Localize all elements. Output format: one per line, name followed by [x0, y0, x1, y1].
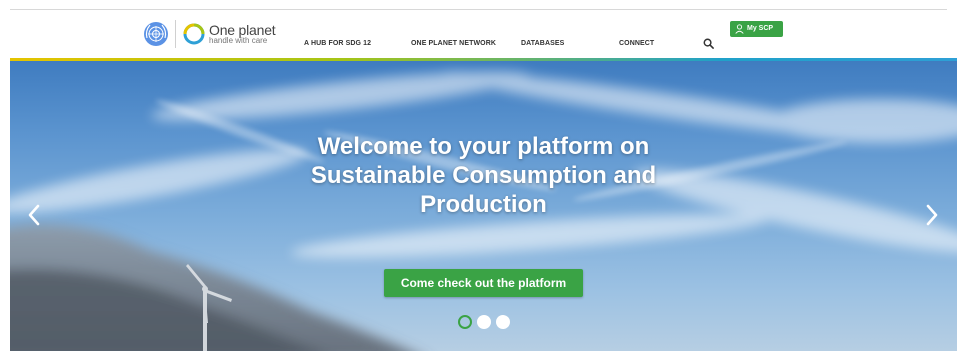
hero-title-line: Welcome to your platform on	[317, 133, 650, 160]
user-icon	[735, 24, 744, 34]
brand-subtitle: handle with care	[209, 36, 268, 45]
hero-carousel[interactable]: Welcome to your platform on Sustainable …	[10, 61, 957, 351]
hero-title-line: Production	[420, 191, 547, 218]
un-emblem-icon[interactable]	[143, 21, 169, 47]
hero-title-line: Sustainable Consumption and	[310, 162, 657, 189]
site-header: One planet handle with care A HUB FOR SD…	[0, 10, 957, 59]
logo-divider	[175, 20, 176, 48]
one-planet-logo-icon[interactable]	[183, 23, 205, 45]
carousel-dot-2[interactable]	[477, 315, 491, 329]
brand-title[interactable]: One planet	[209, 23, 276, 37]
my-scp-label: My SCP	[747, 25, 774, 32]
chevron-right-icon[interactable]	[924, 204, 940, 226]
carousel-dot-3[interactable]	[496, 315, 510, 329]
chevron-left-icon[interactable]	[26, 204, 42, 226]
nav-item-connect[interactable]: CONNECT	[619, 40, 654, 47]
search-icon[interactable]	[703, 38, 714, 49]
my-scp-button[interactable]: My SCP	[730, 21, 783, 37]
check-out-platform-button[interactable]: Come check out the platform	[384, 269, 583, 297]
hero-title: Welcome to your platform on Sustainable …	[250, 132, 717, 219]
nav-item-databases[interactable]: DATABASES	[521, 40, 564, 47]
nav-item-one-planet-network[interactable]: ONE PLANET NETWORK	[411, 40, 496, 47]
nav-item-hub-for-sdg-12[interactable]: A HUB FOR SDG 12	[304, 40, 371, 47]
carousel-dot-1[interactable]	[458, 315, 472, 329]
